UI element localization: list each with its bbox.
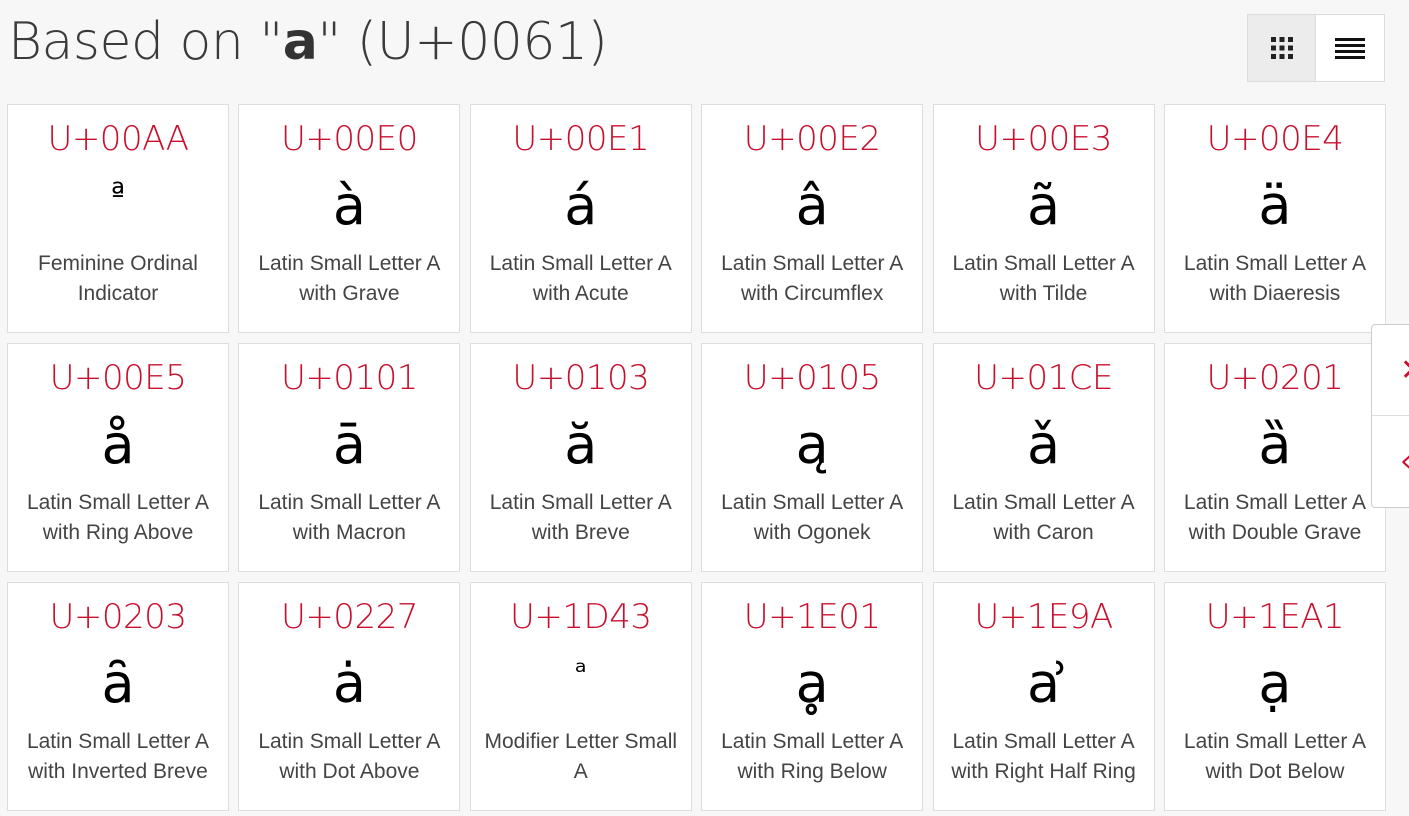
character-glyph: ạ bbox=[1258, 651, 1292, 715]
character-glyph: ȧ bbox=[332, 651, 366, 715]
character-name: Latin Small Letter A with Tilde bbox=[952, 252, 1135, 305]
character-glyph: â bbox=[795, 173, 829, 237]
character-code: U+00E2 bbox=[743, 119, 881, 159]
page-title: Based on "a" (U+0061) bbox=[8, 12, 608, 72]
character-glyph: ã bbox=[1027, 173, 1061, 237]
character-name: Latin Small Letter A with Diaeresis bbox=[1183, 252, 1366, 305]
close-icon: ✕ bbox=[1400, 353, 1409, 388]
character-name: Latin Small Letter A with Double Grave bbox=[1183, 491, 1366, 544]
character-name: Latin Small Letter A with Ogonek bbox=[721, 491, 904, 544]
character-glyph: ḁ bbox=[795, 651, 829, 715]
title-base-char: a bbox=[282, 12, 318, 72]
character-code: U+0201 bbox=[1206, 358, 1344, 398]
character-card[interactable]: U+00E5 å Latin Small Letter A with Ring Ab… bbox=[7, 343, 229, 572]
character-code: U+00AA bbox=[47, 119, 189, 159]
character-name: Latin Small Letter A with Circumflex bbox=[721, 252, 904, 305]
character-name: Latin Small Letter A with Acute bbox=[489, 252, 672, 305]
character-card[interactable]: U+01CE ǎ Latin Small Letter A with Caron bbox=[932, 343, 1155, 572]
character-code: U+0105 bbox=[743, 358, 881, 398]
character-card[interactable]: U+00E2 â Latin Small Letter A with Circumf… bbox=[701, 104, 924, 333]
character-card[interactable]: U+00AA ª Feminine Ordinal Indicator bbox=[7, 104, 229, 333]
character-glyph: á bbox=[564, 173, 598, 237]
character-code: U+1E01 bbox=[743, 597, 881, 637]
character-card[interactable]: U+00E3 ã Latin Small Letter A with Tilde bbox=[932, 104, 1155, 333]
list-view-button[interactable] bbox=[1316, 15, 1384, 81]
side-panel-share-button[interactable]: ‹ bbox=[1372, 416, 1409, 507]
character-name: Latin Small Letter A with Dot Below bbox=[1183, 730, 1366, 783]
character-glyph: ȃ bbox=[101, 651, 135, 715]
character-card[interactable]: U+00E0 à Latin Small Letter A with Grave bbox=[238, 104, 461, 333]
character-glyph: ā bbox=[332, 412, 366, 476]
grid-icon bbox=[1270, 37, 1293, 59]
character-glyph: ă bbox=[564, 412, 598, 476]
character-code: U+00E1 bbox=[512, 119, 650, 159]
character-code: U+1EA1 bbox=[1205, 597, 1345, 637]
character-card[interactable]: U+1D43 ᵃ Modifier Letter Small A bbox=[469, 582, 692, 811]
character-glyph: ª bbox=[110, 177, 126, 212]
view-toggle bbox=[1247, 14, 1385, 82]
grid-view-button[interactable] bbox=[1248, 15, 1316, 81]
character-card[interactable]: U+1EA1 ạ Latin Small Letter A with Dot Bel… bbox=[1163, 582, 1386, 811]
character-name: Latin Small Letter A with Breve bbox=[489, 491, 672, 544]
character-glyph: ä bbox=[1258, 173, 1292, 237]
character-name: Modifier Letter Small A bbox=[484, 730, 678, 783]
title-suffix: " (U+0061) bbox=[317, 12, 608, 72]
character-code: U+00E4 bbox=[1206, 119, 1344, 159]
character-code: U+01CE bbox=[974, 358, 1113, 398]
character-code: U+0103 bbox=[512, 358, 650, 398]
character-glyph: ẚ bbox=[1027, 651, 1061, 715]
character-card[interactable]: U+0103 ă Latin Small Letter A with Breve bbox=[469, 343, 692, 572]
character-glyph: ᵃ bbox=[574, 655, 587, 690]
character-name: Latin Small Letter A with Grave bbox=[258, 252, 441, 305]
character-code: U+0101 bbox=[280, 358, 418, 398]
character-name: Latin Small Letter A with Ring Below bbox=[721, 730, 904, 783]
character-card[interactable]: U+0105 ą Latin Small Letter A with Ogonek bbox=[701, 343, 924, 572]
character-card[interactable]: U+1E01 ḁ Latin Small Letter A with Ring Be… bbox=[701, 582, 924, 811]
character-code: U+0203 bbox=[49, 597, 187, 637]
character-glyph: ǎ bbox=[1027, 412, 1061, 476]
character-card[interactable]: U+0203 ȃ Latin Small Letter A with Inverte… bbox=[7, 582, 229, 811]
character-card[interactable]: U+00E1 á Latin Small Letter A with Acute bbox=[469, 104, 692, 333]
character-card[interactable]: U+1E9A ẚ Latin Small Letter A with Right H… bbox=[932, 582, 1155, 811]
character-code: U+0227 bbox=[280, 597, 418, 637]
character-card[interactable]: U+0201 ȁ Latin Small Letter A with Double … bbox=[1163, 343, 1386, 572]
character-glyph: ȁ bbox=[1258, 412, 1292, 476]
character-name: Latin Small Letter A with Inverted Breve bbox=[26, 730, 210, 783]
character-code: U+00E3 bbox=[975, 119, 1112, 159]
character-card[interactable]: U+0101 ā Latin Small Letter A with Macron bbox=[238, 343, 461, 572]
list-icon bbox=[1335, 38, 1365, 59]
character-grid: U+00AA ª Feminine Ordinal Indicator U+00E0 à… bbox=[7, 104, 1386, 811]
side-panel: ✕ ‹ bbox=[1371, 324, 1409, 508]
character-name: Latin Small Letter A with Ring Above bbox=[26, 491, 210, 544]
character-code: U+00E5 bbox=[49, 358, 187, 398]
character-glyph: ą bbox=[795, 412, 829, 476]
character-card[interactable]: U+0227 ȧ Latin Small Letter A with Dot Abo… bbox=[238, 582, 461, 811]
character-name: Latin Small Letter A with Caron bbox=[952, 491, 1135, 544]
character-card[interactable]: U+00E4 ä Latin Small Letter A with Diaeres… bbox=[1163, 104, 1386, 333]
character-glyph: å bbox=[101, 412, 135, 476]
character-name: Latin Small Letter A with Macron bbox=[258, 491, 441, 544]
character-glyph: à bbox=[332, 173, 366, 237]
character-code: U+1E9A bbox=[974, 597, 1113, 637]
share-icon: ‹ bbox=[1400, 444, 1409, 479]
character-name: Latin Small Letter A with Right Half Rin… bbox=[951, 730, 1136, 783]
title-prefix: Based on " bbox=[8, 12, 283, 72]
character-name: Feminine Ordinal Indicator bbox=[38, 252, 198, 305]
character-code: U+00E0 bbox=[281, 119, 418, 159]
side-panel-close-button[interactable]: ✕ bbox=[1372, 325, 1409, 416]
character-code: U+1D43 bbox=[510, 597, 652, 637]
character-name: Latin Small Letter A with Dot Above bbox=[258, 730, 441, 783]
